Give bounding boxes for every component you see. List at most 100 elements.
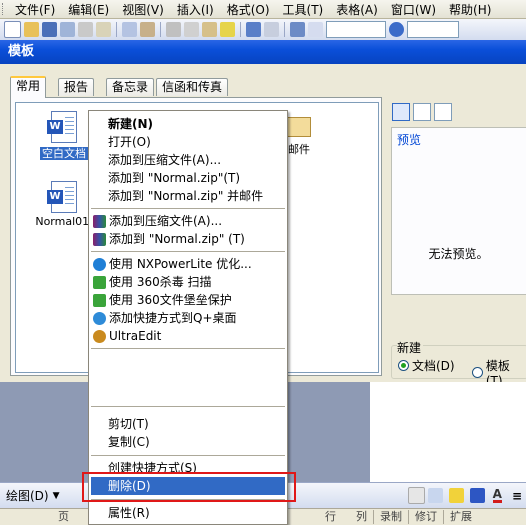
winrar-icon xyxy=(93,232,106,246)
context-menu: 新建(N) 打开(O) 添加到压缩文件(A)... 添加到 "Normal.zi… xyxy=(88,110,288,525)
hyperlink-icon[interactable] xyxy=(290,22,305,37)
save-icon[interactable] xyxy=(42,22,57,37)
menu-insert[interactable]: 插入(I) xyxy=(171,1,221,18)
menu-item-add-zip[interactable]: 添加到 "Normal.zip"(T) xyxy=(91,169,285,187)
tab-reports[interactable]: 报告 xyxy=(58,78,95,96)
standard-toolbar xyxy=(0,19,526,41)
print-icon[interactable] xyxy=(78,22,93,37)
menu-item-copy[interactable]: 复制(C) xyxy=(91,433,285,451)
menu-item-label: UltraEdit xyxy=(109,329,162,343)
menu-format[interactable]: 格式(O) xyxy=(221,1,277,18)
status-column: 列 xyxy=(356,510,367,523)
paste-icon[interactable] xyxy=(202,22,217,37)
new-label: 新建 xyxy=(397,339,424,356)
cut-icon[interactable] xyxy=(166,22,181,37)
menu-item-qplus[interactable]: 添加快捷方式到Q+桌面 xyxy=(91,309,285,327)
permission-icon[interactable] xyxy=(60,22,75,37)
menu-item-new[interactable]: 新建(N) xyxy=(91,115,285,133)
tables-borders-icon[interactable] xyxy=(308,22,323,37)
menu-item-winrar-zip[interactable]: 添加到 "Normal.zip" (T) xyxy=(91,230,285,248)
menu-item-label: 使用 360杀毒 扫描 xyxy=(109,275,212,289)
menu-item-properties[interactable]: 属性(R) xyxy=(91,504,285,522)
menu-item-open[interactable]: 打开(O) xyxy=(91,133,285,151)
zoom-box[interactable] xyxy=(326,21,386,38)
menubar-grip[interactable] xyxy=(2,3,6,15)
spelling-icon[interactable] xyxy=(122,22,137,37)
radio-document-label: 文档(D) xyxy=(412,359,455,373)
menu-separator xyxy=(91,208,285,209)
menu-item-add-zip-email[interactable]: 添加到 "Normal.zip" 并邮件 xyxy=(91,187,285,205)
menu-item-360-protect[interactable]: 使用 360文件堡垒保护 xyxy=(91,291,285,309)
template-label: Normal01. xyxy=(35,215,93,228)
dropdown-arrow-icon[interactable]: ▼ xyxy=(53,491,60,501)
font-color-icon[interactable]: A xyxy=(492,488,502,503)
details-view-icon[interactable] xyxy=(434,103,452,121)
research-icon[interactable] xyxy=(140,22,155,37)
menubar: 文件(F) 编辑(E) 视图(V) 插入(I) 格式(O) 工具(T) 表格(A… xyxy=(0,0,526,19)
print-preview-icon[interactable] xyxy=(96,22,111,37)
preview-box xyxy=(391,127,526,295)
menu-separator xyxy=(91,251,285,252)
radio-selected-icon xyxy=(398,360,409,371)
menu-edit[interactable]: 编辑(E) xyxy=(62,1,116,18)
status-revision[interactable]: 修订 xyxy=(408,510,443,524)
template-label: 邮件 xyxy=(288,143,310,156)
picture-icon[interactable] xyxy=(427,488,443,503)
fill-color-icon[interactable] xyxy=(448,488,464,503)
ultraedit-icon xyxy=(93,329,106,343)
menu-item-label: 添加快捷方式到Q+桌面 xyxy=(109,311,237,325)
open-folder-icon[interactable] xyxy=(24,22,39,37)
menu-item-label: 添加到压缩文件(A)... xyxy=(109,214,223,228)
highlight-annotation xyxy=(82,472,296,502)
dialog-title: 模板 xyxy=(0,40,526,64)
menu-item-cut[interactable]: 剪切(T) xyxy=(91,415,285,433)
tab-memos[interactable]: 备忘录 xyxy=(106,78,155,96)
preview-label: 预览 xyxy=(397,131,422,148)
toolbar-separator xyxy=(240,22,241,37)
menu-item-label: 使用 NXPowerLite 优化... xyxy=(109,257,252,271)
view-buttons xyxy=(392,103,452,121)
radio-document[interactable]: 文档(D) xyxy=(398,357,455,374)
qplus-icon xyxy=(93,311,106,325)
menu-view[interactable]: 视图(V) xyxy=(116,1,171,18)
menu-item-label: 使用 360文件堡垒保护 xyxy=(109,293,232,307)
status-page: 页 xyxy=(58,510,69,523)
redo-icon[interactable] xyxy=(264,22,279,37)
menu-separator xyxy=(91,406,285,407)
help-search-box[interactable] xyxy=(407,21,459,38)
new-document-icon[interactable] xyxy=(4,21,21,38)
word-document-icon: W xyxy=(47,111,77,143)
status-line: 行 xyxy=(325,510,336,523)
menu-file[interactable]: 文件(F) xyxy=(9,1,62,18)
360-antivirus-icon xyxy=(93,275,106,289)
large-icons-view-icon[interactable] xyxy=(392,103,410,121)
drawing-menu[interactable]: 绘图(D) xyxy=(2,487,53,504)
menu-separator xyxy=(91,348,285,349)
menu-item-nxpowerlite[interactable]: 使用 NXPowerLite 优化... xyxy=(91,255,285,273)
menu-window[interactable]: 窗口(W) xyxy=(385,1,443,18)
menu-tools[interactable]: 工具(T) xyxy=(277,1,331,18)
menu-help[interactable]: 帮助(H) xyxy=(443,1,498,18)
undo-icon[interactable] xyxy=(246,22,261,37)
format-painter-icon[interactable] xyxy=(220,22,235,37)
help-icon[interactable] xyxy=(389,22,404,37)
preview-text: 无法预览。 xyxy=(428,247,489,261)
menu-item-360-scan[interactable]: 使用 360杀毒 扫描 xyxy=(91,273,285,291)
menu-item-winrar-archive[interactable]: 添加到压缩文件(A)... xyxy=(91,212,285,230)
tab-letters-faxes[interactable]: 信函和传真 xyxy=(156,78,229,96)
document-page[interactable] xyxy=(370,382,526,482)
status-record[interactable]: 录制 xyxy=(373,510,408,524)
oval-icon[interactable] xyxy=(407,487,425,504)
toolbar-separator xyxy=(284,22,285,37)
line-style-icon[interactable]: ≡ xyxy=(512,489,522,503)
menu-table[interactable]: 表格(A) xyxy=(330,1,385,18)
copy-icon[interactable] xyxy=(184,22,199,37)
menu-item-ultraedit[interactable]: UltraEdit xyxy=(91,327,285,345)
menu-item-add-archive[interactable]: 添加到压缩文件(A)... xyxy=(91,151,285,169)
tab-general[interactable]: 常用 xyxy=(10,76,47,98)
line-color-icon[interactable] xyxy=(469,488,485,503)
toolbar-separator xyxy=(160,22,161,37)
status-extend[interactable]: 扩展 xyxy=(443,510,478,524)
winrar-icon xyxy=(93,214,106,228)
list-view-icon[interactable] xyxy=(413,103,431,121)
